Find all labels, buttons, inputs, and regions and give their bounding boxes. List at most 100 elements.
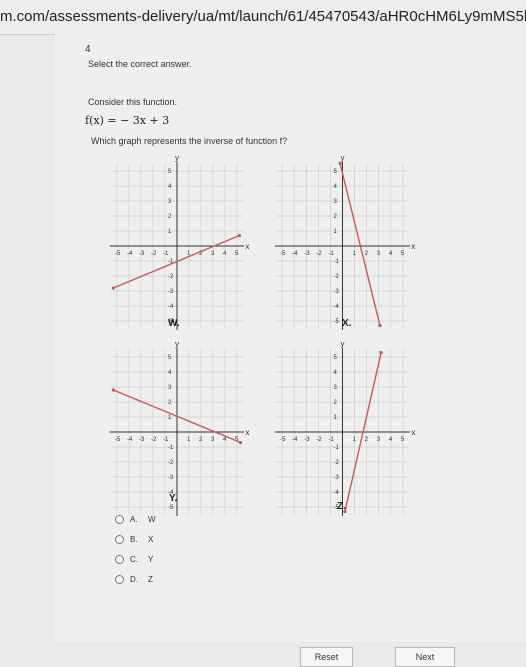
x-tick-label: -3: [304, 251, 310, 257]
y-tick-label: 3: [334, 199, 338, 205]
x-tick-label: -4: [292, 437, 298, 443]
y-tick-label: -4: [334, 304, 340, 310]
option-c-letter: C.: [130, 554, 138, 564]
x-tick-label: -3: [139, 437, 145, 443]
question-panel: 4 Select the correct answer. Consider th…: [55, 34, 526, 667]
y-axis-label: y: [341, 340, 345, 349]
option-d-text: Z: [148, 574, 153, 584]
x-axis-label: x: [245, 428, 249, 437]
y-tick-label: 5: [168, 169, 172, 175]
instruction-text: Select the correct answer.: [88, 59, 192, 69]
x-tick-label: -4: [127, 437, 133, 443]
x-tick-label: -2: [151, 251, 157, 257]
option-c-text: Y: [148, 554, 154, 564]
x-tick-label: -3: [139, 251, 145, 257]
graph-w: xy-5-5-4-4-3-3-2-2-1-11122334455: [109, 154, 249, 330]
x-tick-label: 3: [377, 437, 381, 443]
address-bar[interactable]: m.com/assessments-delivery/ua/mt/launch/…: [0, 0, 526, 35]
x-tick-label: 1: [187, 437, 191, 443]
y-tick-label: 2: [334, 214, 338, 220]
y-tick-label: -5: [334, 319, 340, 325]
line-w-endpoint: [111, 286, 115, 290]
x-tick-label: -5: [280, 251, 286, 257]
x-axis-label: x: [245, 242, 249, 251]
x-tick-label: 3: [377, 251, 381, 257]
reset-button[interactable]: Reset: [300, 647, 353, 667]
y-tick-label: -4: [334, 490, 340, 496]
option-d[interactable]: D. Z: [115, 571, 153, 587]
x-tick-label: 5: [235, 251, 239, 257]
x-tick-label: -4: [127, 251, 133, 257]
option-d-letter: D.: [130, 574, 138, 584]
y-tick-label: 3: [168, 199, 172, 205]
graph-z-label: Z.: [337, 501, 346, 512]
x-axis-label: x: [411, 428, 415, 437]
x-tick-label: 3: [211, 437, 215, 443]
question-number: 4: [85, 44, 91, 55]
y-tick-label: -1: [334, 445, 340, 451]
x-tick-label: 4: [223, 437, 227, 443]
line-x-endpoint: [378, 323, 382, 328]
x-tick-label: -1: [163, 437, 169, 443]
option-b-radio[interactable]: [115, 534, 124, 544]
option-a-letter: A.: [130, 514, 138, 524]
x-tick-label: -1: [328, 251, 334, 257]
option-b[interactable]: B. X: [115, 531, 153, 547]
line-w: [113, 234, 240, 289]
y-tick-label: 1: [168, 229, 172, 235]
y-tick-label: -2: [168, 274, 174, 280]
option-b-letter: B.: [130, 534, 138, 544]
x-tick-label: 1: [353, 437, 357, 443]
x-tick-label: 3: [211, 251, 215, 257]
y-tick-label: 1: [168, 415, 172, 421]
y-tick-label: 1: [334, 415, 338, 421]
line-w-endpoint: [237, 233, 241, 238]
y-tick-label: -2: [168, 460, 174, 466]
y-tick-label: 4: [168, 370, 172, 376]
line-y-endpoint: [239, 440, 243, 445]
option-a-radio[interactable]: [115, 514, 124, 524]
x-tick-label: 5: [401, 437, 405, 443]
function-formula: f(x) = − 3x + 3: [85, 114, 170, 127]
y-tick-label: -4: [168, 304, 174, 310]
option-c-radio[interactable]: [115, 554, 124, 564]
x-tick-label: 4: [389, 437, 393, 443]
x-tick-label: -3: [304, 437, 310, 443]
y-tick-label: 5: [334, 355, 338, 361]
y-tick-label: -3: [168, 289, 174, 295]
y-tick-label: -3: [334, 475, 340, 481]
y-tick-label: 3: [334, 385, 338, 391]
y-axis-label: y: [175, 154, 179, 163]
x-tick-label: 2: [365, 251, 369, 257]
x-tick-label: 5: [401, 251, 405, 257]
x-tick-label: -2: [316, 437, 322, 443]
option-b-text: X: [148, 534, 154, 544]
x-tick-label: -2: [151, 437, 157, 443]
x-tick-label: -5: [115, 437, 121, 443]
x-tick-label: 2: [199, 437, 203, 443]
x-axis-label: x: [411, 242, 415, 251]
x-tick-label: 1: [353, 251, 357, 257]
y-tick-label: 2: [168, 214, 172, 220]
option-d-radio[interactable]: [115, 574, 124, 584]
y-tick-label: 5: [168, 355, 172, 361]
line-y-endpoint: [111, 388, 115, 392]
y-tick-label: -3: [168, 475, 174, 481]
option-a-text: W: [148, 514, 156, 524]
y-axis-label: y: [175, 340, 179, 349]
option-a[interactable]: A. W: [115, 511, 156, 527]
line-x-endpoint: [338, 161, 342, 166]
question-text: Which graph represents the inverse of fu…: [91, 136, 288, 146]
y-tick-label: -2: [334, 460, 340, 466]
y-tick-label: -1: [334, 259, 340, 265]
prompt-text: Consider this function.: [88, 97, 178, 107]
x-tick-label: -1: [328, 437, 334, 443]
next-button[interactable]: Next: [395, 647, 455, 667]
option-c[interactable]: C. Y: [115, 551, 153, 567]
y-tick-label: 1: [334, 229, 338, 235]
x-tick-label: -4: [292, 251, 298, 257]
y-tick-label: -3: [334, 289, 340, 295]
y-tick-label: 5: [334, 169, 338, 175]
x-tick-label: 2: [365, 437, 369, 443]
url-text: m.com/assessments-delivery/ua/mt/launch/…: [0, 8, 526, 25]
